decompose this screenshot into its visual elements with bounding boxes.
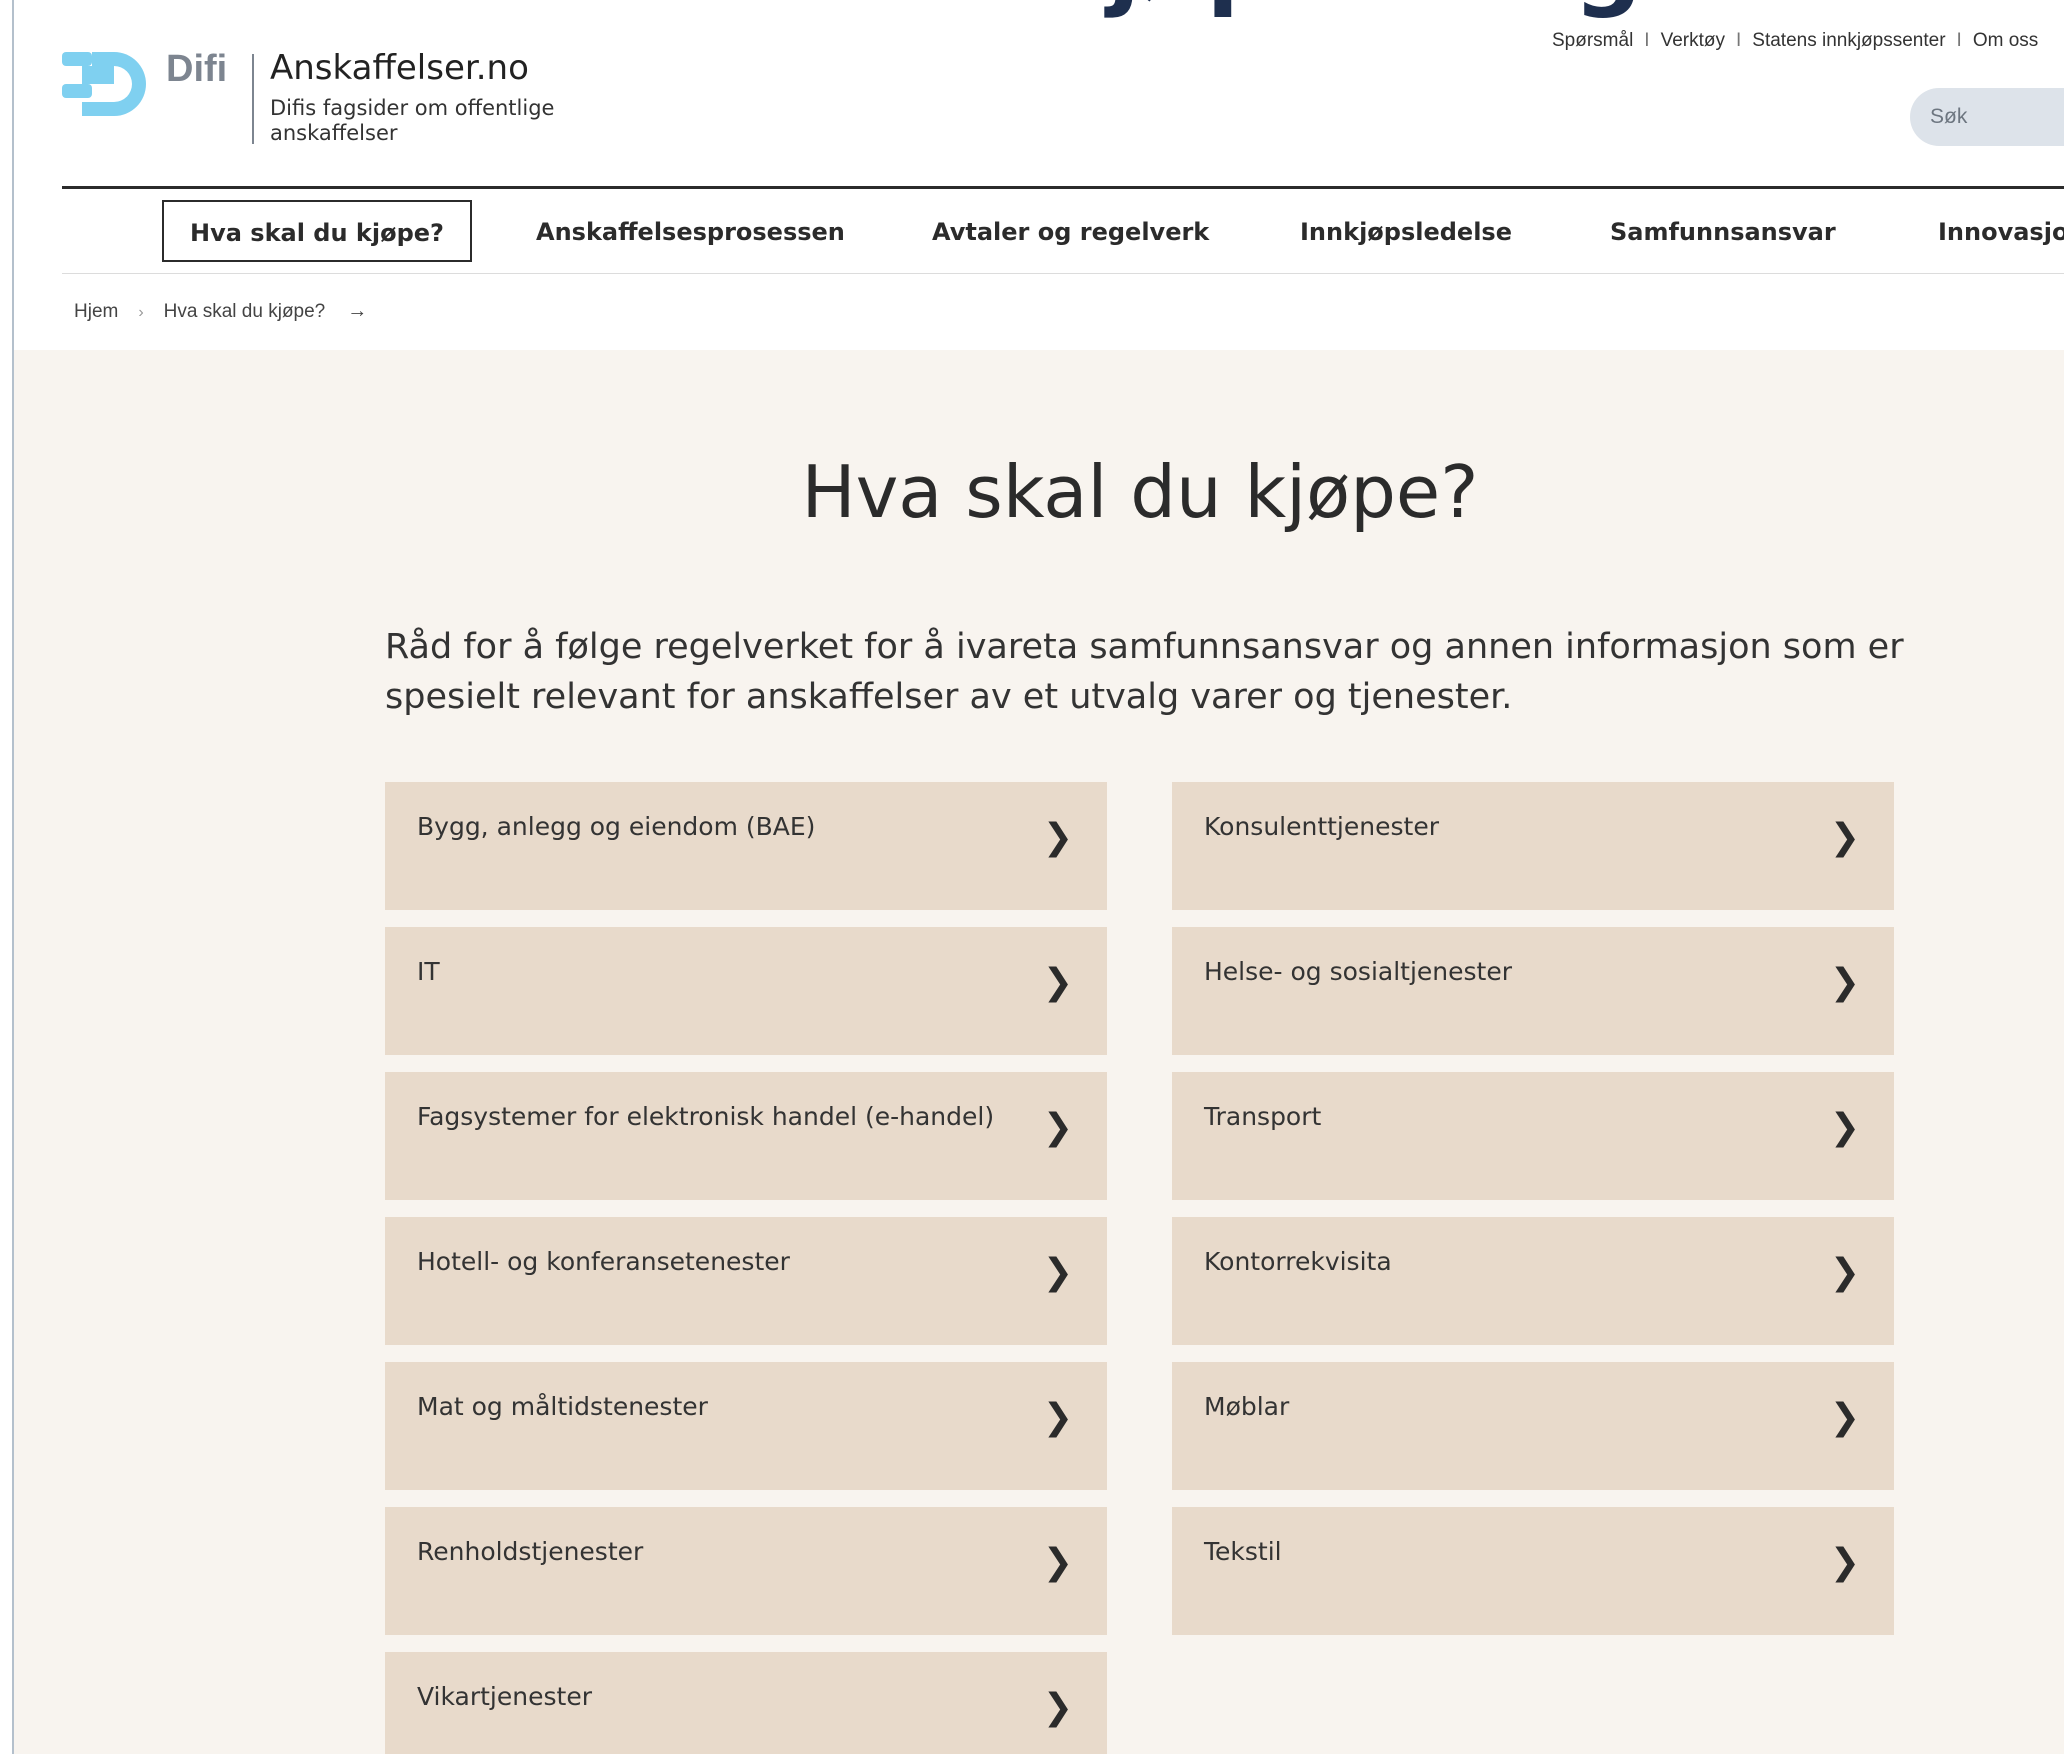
category-card-hotell[interactable]: Hotell- og konferansetenester ❯ bbox=[385, 1217, 1107, 1345]
chevron-right-icon: ❯ bbox=[1829, 962, 1860, 1003]
card-label: Bygg, anlegg og eiendom (BAE) bbox=[417, 812, 816, 841]
category-card-it[interactable]: IT ❯ bbox=[385, 927, 1107, 1055]
utility-separator: I bbox=[1735, 30, 1742, 51]
main-nav: Hva skal du kjøpe? Anskaffelsesprosessen… bbox=[62, 190, 2064, 274]
nav-innovasjon[interactable]: Innovasjon bbox=[1938, 190, 2064, 274]
nav-divider bbox=[62, 273, 2064, 274]
category-card-moblar[interactable]: Møblar ❯ bbox=[1172, 1362, 1894, 1490]
difi-wordmark[interactable]: Difi bbox=[166, 48, 227, 91]
difi-logo-icon[interactable] bbox=[62, 48, 154, 116]
chevron-right-icon: ❯ bbox=[1829, 817, 1860, 858]
chevron-right-icon: ❯ bbox=[1829, 1397, 1860, 1438]
nav-hva-skal-du-kjope[interactable]: Hva skal du kjøpe? bbox=[162, 200, 472, 262]
page-lead: Råd for å følge regelverket for å ivaret… bbox=[385, 627, 1904, 717]
card-label: Tekstil bbox=[1204, 1537, 1282, 1566]
chevron-right-icon: ❯ bbox=[1829, 1542, 1860, 1583]
category-card-bae[interactable]: Bygg, anlegg og eiendom (BAE) ❯ bbox=[385, 782, 1107, 910]
card-label: Fagsystemer for elektronisk handel (e-ha… bbox=[417, 1102, 995, 1131]
chevron-right-icon: ❯ bbox=[1042, 1687, 1073, 1728]
chevron-right-icon: ❯ bbox=[1042, 1252, 1073, 1293]
utility-link-statens-innkjopssenter[interactable]: Statens innkjøpssenter bbox=[1752, 30, 1945, 51]
breadcrumb-current: Hva skal du kjøpe? bbox=[163, 301, 326, 322]
nav-anskaffelsesprosessen[interactable]: Anskaffelsesprosessen bbox=[536, 190, 845, 274]
category-card-e-handel[interactable]: Fagsystemer for elektronisk handel (e-ha… bbox=[385, 1072, 1107, 1200]
card-label: Møblar bbox=[1204, 1392, 1290, 1421]
utility-separator: I bbox=[1644, 30, 1650, 51]
utility-link-sporsmal[interactable]: Spørsmål bbox=[1552, 30, 1633, 51]
category-card-helse[interactable]: Helse- og sosialtjenester ❯ bbox=[1172, 927, 1894, 1055]
card-label: Konsulenttjenester bbox=[1204, 812, 1439, 841]
brand-divider bbox=[252, 54, 254, 144]
category-card-vikar[interactable]: Vikartjenester ❯ bbox=[385, 1652, 1107, 1754]
chevron-right-icon: ❯ bbox=[1829, 1252, 1860, 1293]
breadcrumb: Hjem › Hva skal du kjøpe? → bbox=[74, 300, 367, 323]
breadcrumb-chevron-icon: › bbox=[138, 304, 144, 321]
page: Hva skal du kjøpe i dag? Difi Anskaffels… bbox=[0, 0, 2064, 1754]
category-card-tekstil[interactable]: Tekstil ❯ bbox=[1172, 1507, 1894, 1635]
breadcrumb-home[interactable]: Hjem bbox=[74, 301, 118, 322]
chevron-right-icon: ❯ bbox=[1042, 817, 1073, 858]
category-card-mat[interactable]: Mat og måltidstenester ❯ bbox=[385, 1362, 1107, 1490]
card-label: Vikartjenester bbox=[417, 1682, 592, 1711]
chevron-right-icon: ❯ bbox=[1042, 962, 1073, 1003]
utility-nav: Spørsmål I Verktøy I Statens innkjøpssenter I… bbox=[1552, 30, 2038, 52]
arrow-right-icon[interactable]: → bbox=[347, 300, 367, 322]
nav-innkjopsledelse[interactable]: Innkjøpsledelse bbox=[1300, 190, 1512, 274]
search-input[interactable] bbox=[1910, 88, 2064, 146]
card-label: IT bbox=[417, 957, 440, 986]
site-tagline: Difis fagsider om offentlige anskaffelse… bbox=[270, 96, 555, 145]
card-label: Hotell- og konferansetenester bbox=[417, 1247, 790, 1276]
chevron-right-icon: ❯ bbox=[1829, 1107, 1860, 1148]
page-title: Hva skal du kjøpe? bbox=[801, 450, 1479, 534]
nav-avtaler-og-regelverk[interactable]: Avtaler og regelverk bbox=[932, 190, 1209, 274]
card-label: Renholdstjenester bbox=[417, 1537, 644, 1566]
site-title[interactable]: Anskaffelser.no bbox=[270, 48, 529, 88]
category-card-kontorrekvisita[interactable]: Kontorrekvisita ❯ bbox=[1172, 1217, 1894, 1345]
card-label: Kontorrekvisita bbox=[1204, 1247, 1392, 1276]
utility-link-om-oss[interactable]: Om oss bbox=[1973, 30, 2038, 51]
utility-link-verktoy[interactable]: Verktøy bbox=[1661, 30, 1725, 51]
chevron-right-icon: ❯ bbox=[1042, 1397, 1073, 1438]
nav-samfunnsansvar[interactable]: Samfunnsansvar bbox=[1610, 190, 1836, 274]
card-label: Transport bbox=[1204, 1102, 1322, 1131]
chevron-right-icon: ❯ bbox=[1042, 1107, 1073, 1148]
category-card-transport[interactable]: Transport ❯ bbox=[1172, 1072, 1894, 1200]
category-card-renhold[interactable]: Renholdstjenester ❯ bbox=[385, 1507, 1107, 1635]
chevron-right-icon: ❯ bbox=[1042, 1542, 1073, 1583]
card-label: Mat og måltidstenester bbox=[417, 1392, 708, 1421]
header-divider bbox=[62, 186, 2064, 189]
utility-separator: I bbox=[1956, 30, 1962, 51]
category-card-konsulent[interactable]: Konsulenttjenester ❯ bbox=[1172, 782, 1894, 910]
cropped-banner-heading: Hva skal du kjøpe i dag? bbox=[380, 0, 1698, 20]
card-label: Helse- og sosialtjenester bbox=[1204, 957, 1513, 986]
